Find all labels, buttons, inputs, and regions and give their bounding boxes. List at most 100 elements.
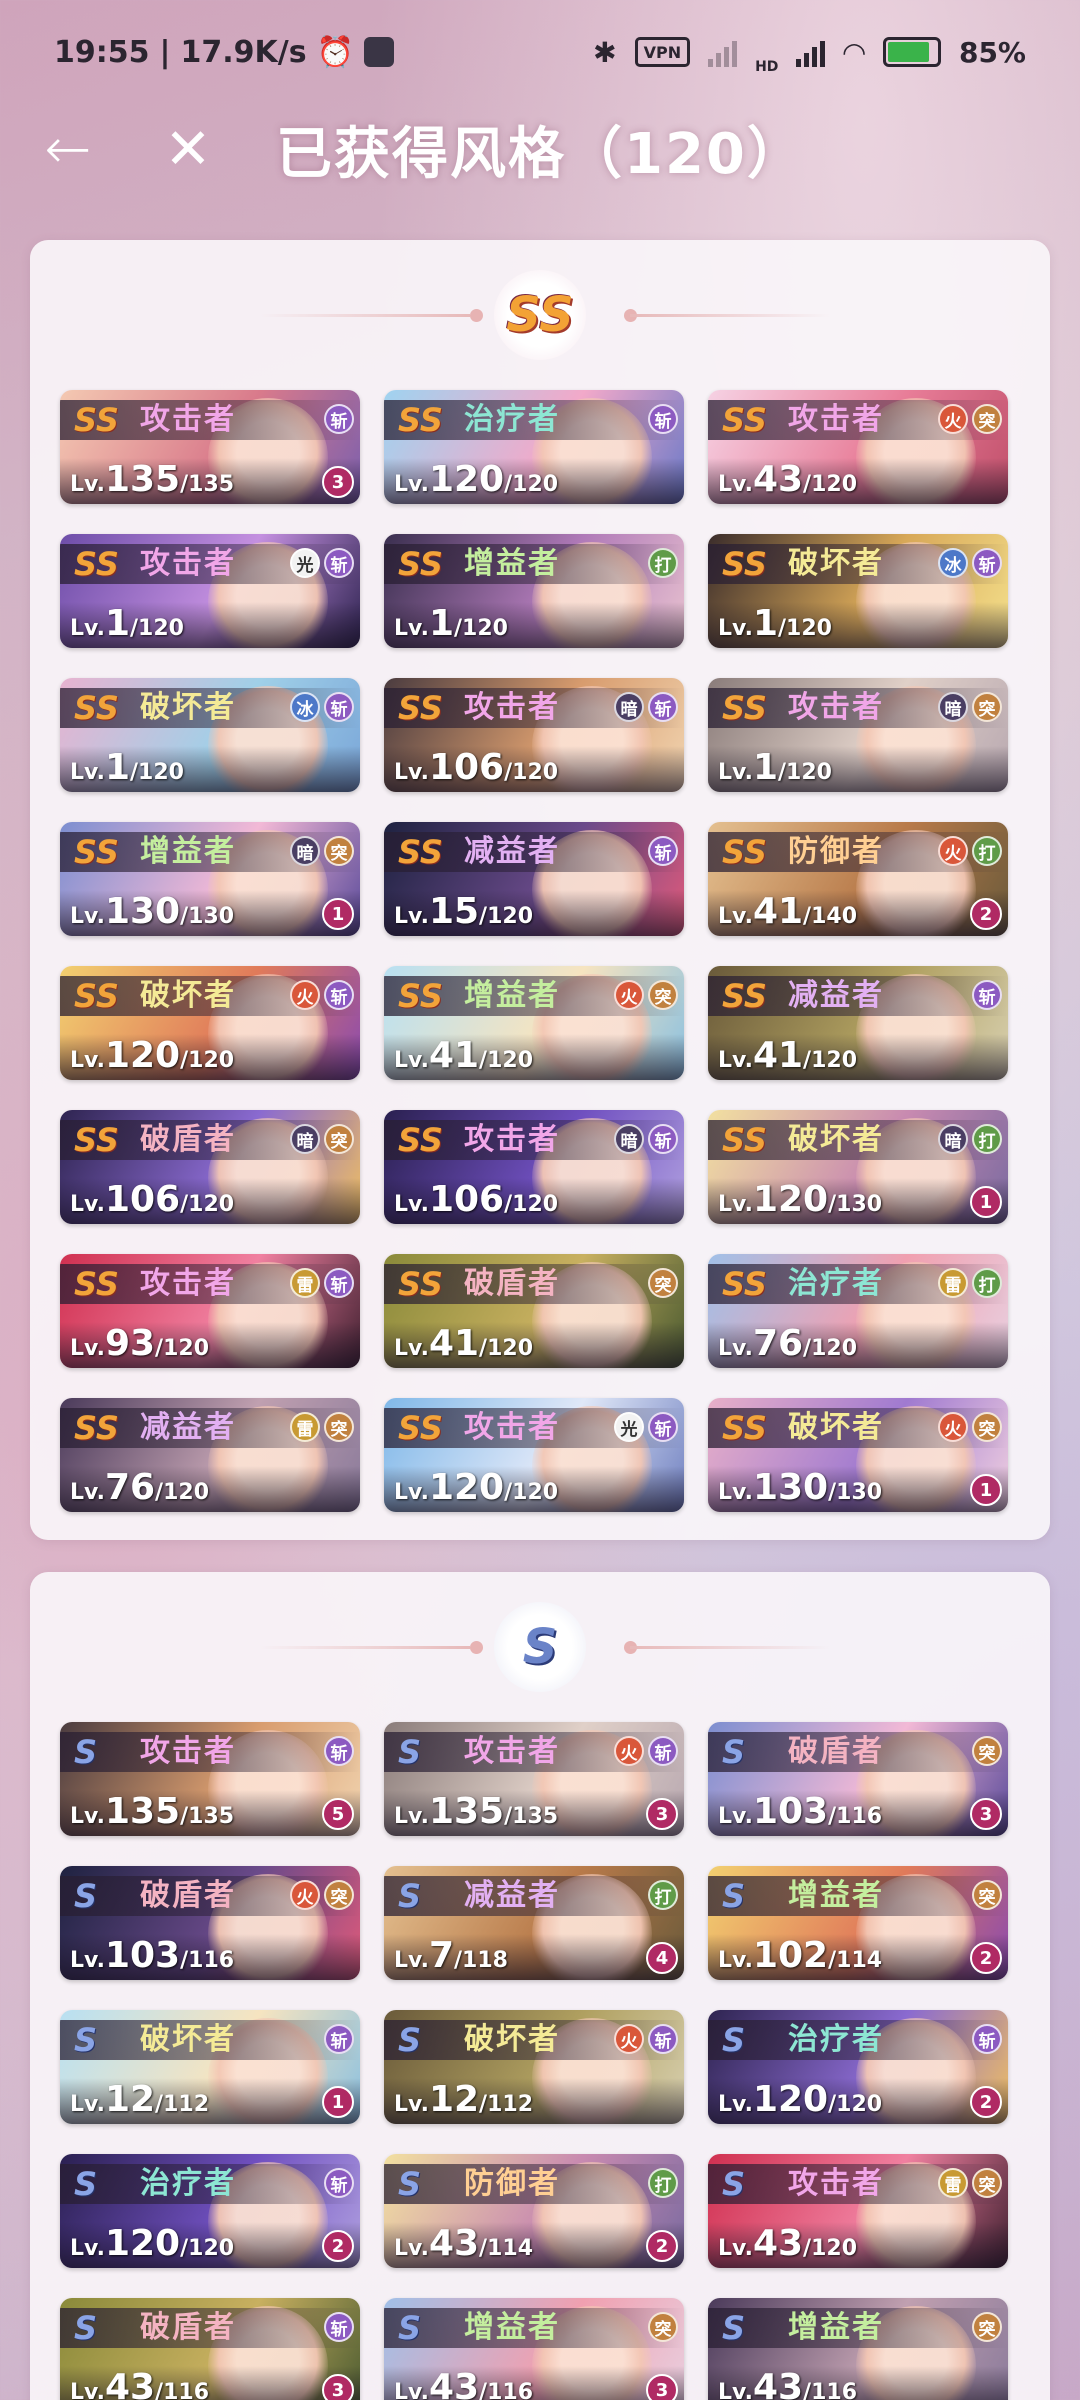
card-rank-icon: S bbox=[398, 2021, 422, 2059]
style-card[interactable]: S 治疗者斩 Lv.120/120 2 bbox=[60, 2154, 360, 2268]
style-card[interactable]: SS 攻击者 暗斩 Lv.106/120 bbox=[384, 1110, 684, 1224]
page-title: 已获得风格（120） bbox=[276, 121, 805, 187]
style-card[interactable]: SS 增益者 打 Lv.1/120 bbox=[384, 534, 684, 648]
element-tag: 突 bbox=[972, 1880, 1002, 1910]
level-prefix: Lv. bbox=[394, 1948, 429, 1973]
card-tags: 暗斩 bbox=[614, 692, 678, 722]
style-card[interactable]: SS 破坏者火突 Lv.130/130 1 bbox=[708, 1398, 1008, 1512]
level-max: 120 bbox=[163, 1336, 210, 1361]
style-card[interactable]: SS 攻击者 火突 Lv.43/120 bbox=[708, 390, 1008, 504]
style-card[interactable]: SS 攻击者斩 Lv.135/135 3 bbox=[60, 390, 360, 504]
arrow-left-icon[interactable]: ← bbox=[20, 104, 116, 194]
card-level: Lv.135/135 bbox=[70, 1791, 234, 1832]
level-prefix: Lv. bbox=[70, 1804, 105, 1829]
style-card[interactable]: SS 攻击者 光斩 Lv.1/120 bbox=[60, 534, 360, 648]
element-tag: 打 bbox=[972, 836, 1002, 866]
element-tag: 雷 bbox=[290, 1412, 320, 1442]
level-current: 102 bbox=[752, 1935, 829, 1976]
bluetooth-icon: ✱ bbox=[593, 35, 617, 69]
style-card[interactable]: SS 减益者 雷突 Lv.76/120 bbox=[60, 1398, 360, 1512]
card-rank-icon: SS bbox=[398, 1265, 443, 1303]
element-tag: 冰 bbox=[938, 548, 968, 578]
level-prefix: Lv. bbox=[718, 760, 753, 785]
level-separator: / bbox=[155, 1480, 164, 1505]
style-card[interactable]: SS 减益者 斩 Lv.41/120 bbox=[708, 966, 1008, 1080]
style-card[interactable]: SS 治疗者 雷打 Lv.76/120 bbox=[708, 1254, 1008, 1368]
card-tags: 光斩 bbox=[290, 548, 354, 578]
style-card[interactable]: S 破盾者 火突 Lv.103/116 bbox=[60, 1866, 360, 1980]
card-tags: 斩 bbox=[324, 1736, 354, 1766]
element-tag: 斩 bbox=[648, 692, 678, 722]
style-card[interactable]: SS 破坏者 冰斩 Lv.1/120 bbox=[60, 678, 360, 792]
star-count-badge: 2 bbox=[646, 2230, 678, 2262]
card-rank-icon: S bbox=[74, 1877, 98, 1915]
level-max: 130 bbox=[188, 904, 235, 929]
style-card[interactable]: S 增益者 突 Lv.102/114 2 bbox=[708, 1866, 1008, 1980]
level-max: 116 bbox=[163, 2380, 210, 2400]
status-bar: 19:55 | 17.9K/s ⏰ ✱ VPN HD ◠ 85% bbox=[0, 0, 1080, 104]
style-card[interactable]: SS 破坏者 冰斩 Lv.1/120 bbox=[708, 534, 1008, 648]
style-card[interactable]: S 攻击者斩 Lv.135/135 5 bbox=[60, 1722, 360, 1836]
battery-level bbox=[887, 42, 929, 62]
style-card[interactable]: SS 破盾者 暗突 Lv.106/120 bbox=[60, 1110, 360, 1224]
style-card[interactable]: S 破坏者 斩 Lv.12/112 1 bbox=[60, 2010, 360, 2124]
style-card[interactable]: S 增益者 突 Lv.43/116 3 bbox=[384, 2298, 684, 2400]
style-card[interactable]: SS 增益者暗突 Lv.130/130 1 bbox=[60, 822, 360, 936]
style-card[interactable]: SS 攻击者 雷斩 Lv.93/120 bbox=[60, 1254, 360, 1368]
level-separator: / bbox=[828, 2092, 837, 2117]
close-icon[interactable]: ✕ bbox=[140, 104, 236, 194]
element-tag: 暗 bbox=[938, 692, 968, 722]
style-card[interactable]: S 破盾者 突 Lv.103/116 3 bbox=[708, 1722, 1008, 1836]
level-current: 43 bbox=[428, 2367, 480, 2400]
level-max: 135 bbox=[188, 472, 235, 497]
style-card[interactable]: SS 增益者 火突 Lv.41/120 bbox=[384, 966, 684, 1080]
style-card[interactable]: SS 攻击者 暗斩 Lv.106/120 bbox=[384, 678, 684, 792]
style-card[interactable]: SS 减益者 斩 Lv.15/120 bbox=[384, 822, 684, 936]
level-current: 130 bbox=[104, 891, 181, 932]
style-card[interactable]: S 减益者 打 Lv.7/118 4 bbox=[384, 1866, 684, 1980]
card-level: Lv.106/120 bbox=[394, 1179, 558, 1220]
level-separator: / bbox=[828, 1480, 837, 1505]
level-prefix: Lv. bbox=[70, 1336, 105, 1361]
card-level: Lv.130/130 bbox=[70, 891, 234, 932]
style-card[interactable]: SS 治疗者斩 Lv.120/120 bbox=[384, 390, 684, 504]
app-header: ← ✕ 已获得风格（120） bbox=[0, 104, 1080, 194]
card-rank-icon: S bbox=[398, 1877, 422, 1915]
level-separator: / bbox=[180, 1948, 189, 1973]
style-card[interactable]: S 防御者 打 Lv.43/114 2 bbox=[384, 2154, 684, 2268]
style-card[interactable]: SS 破坏者 暗打 Lv.120/130 1 bbox=[708, 1110, 1008, 1224]
style-card[interactable]: S 增益者 突 Lv.43/116 bbox=[708, 2298, 1008, 2400]
style-card[interactable]: S 攻击者 雷突 Lv.43/120 bbox=[708, 2154, 1008, 2268]
card-role-label: 破盾者 bbox=[140, 2310, 236, 2345]
style-card[interactable]: SS 破坏者火斩 Lv.120/120 bbox=[60, 966, 360, 1080]
style-card[interactable]: S 攻击者火斩 Lv.135/135 3 bbox=[384, 1722, 684, 1836]
card-rank-icon: SS bbox=[722, 545, 767, 583]
card-rank-icon: S bbox=[398, 2165, 422, 2203]
style-card[interactable]: S 破盾者 斩 Lv.43/116 3 bbox=[60, 2298, 360, 2400]
style-card[interactable]: SS 攻击者 暗突 Lv.1/120 bbox=[708, 678, 1008, 792]
style-card[interactable]: SS 防御者 火打 Lv.41/140 2 bbox=[708, 822, 1008, 936]
style-card[interactable]: SS 攻击者光斩 Lv.120/120 bbox=[384, 1398, 684, 1512]
card-tags: 火突 bbox=[290, 1880, 354, 1910]
level-prefix: Lv. bbox=[718, 472, 753, 497]
card-level: Lv.93/120 bbox=[70, 1323, 209, 1364]
level-prefix: Lv. bbox=[718, 2236, 753, 2261]
level-prefix: Lv. bbox=[718, 1480, 753, 1505]
app-notification-icon bbox=[363, 37, 394, 67]
style-card[interactable]: S 治疗者斩 Lv.120/120 2 bbox=[708, 2010, 1008, 2124]
card-rank-icon: S bbox=[74, 2021, 98, 2059]
vpn-icon: VPN bbox=[634, 37, 691, 67]
style-card[interactable]: S 破坏者 火斩 Lv.12/112 bbox=[384, 2010, 684, 2124]
card-level: Lv.43/120 bbox=[718, 2223, 857, 2264]
style-card[interactable]: SS 破盾者 突 Lv.41/120 bbox=[384, 1254, 684, 1368]
card-role-label: 攻击者 bbox=[464, 1734, 560, 1769]
level-max: 114 bbox=[487, 2236, 534, 2261]
level-current: 43 bbox=[752, 2223, 804, 2264]
element-tag: 突 bbox=[972, 404, 1002, 434]
level-separator: / bbox=[454, 1948, 463, 1973]
level-prefix: Lv. bbox=[394, 904, 429, 929]
level-prefix: Lv. bbox=[70, 904, 105, 929]
card-level: Lv.135/135 bbox=[70, 459, 234, 500]
level-prefix: Lv. bbox=[718, 1336, 753, 1361]
card-role-label: 攻击者 bbox=[788, 690, 884, 725]
